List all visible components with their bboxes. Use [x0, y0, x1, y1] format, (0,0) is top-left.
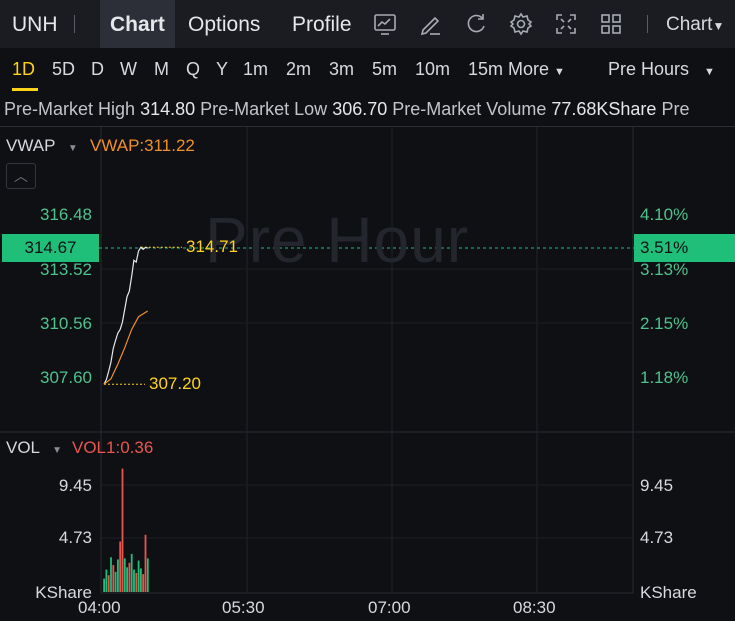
y-axis-right-label: 4.10% [640, 205, 689, 224]
volume-bar [133, 569, 135, 592]
volume-bar [144, 534, 147, 592]
caret-down-icon: ▼ [554, 66, 565, 78]
x-axis-label: 05:30 [222, 598, 265, 617]
premarket-volume-value: 77.68KShare [551, 99, 657, 119]
ticker-symbol: UNH [12, 13, 58, 36]
indicator-value: VWAP:311.22 [90, 136, 195, 155]
tab-chart[interactable]: Chart [100, 0, 175, 48]
y-axis-left-label: 316.48 [40, 205, 92, 224]
volume-bar [142, 574, 145, 592]
volume-bar [128, 562, 131, 592]
volume-bar [114, 571, 117, 592]
period-d[interactable]: D [91, 59, 104, 80]
period-1d[interactable]: 1D [12, 59, 35, 80]
period-3m[interactable]: 3m [329, 59, 354, 80]
volume-axis-left-label: 9.45 [58, 476, 92, 495]
volume-bar [135, 572, 138, 592]
volume-bar [123, 558, 126, 592]
y-axis-left-label: 310.56 [40, 314, 92, 333]
tab-profile[interactable]: Profile [292, 0, 352, 48]
period-y[interactable]: Y [216, 59, 228, 80]
x-axis-label: 07:00 [368, 598, 411, 617]
volume-axis-right-label: KShare [640, 583, 697, 602]
premarket-low-label: Pre-Market Low [200, 99, 328, 119]
active-period-indicator [12, 88, 38, 91]
chart-template-icon[interactable] [372, 11, 398, 37]
period-1m[interactable]: 1m [243, 59, 268, 80]
indicator-name: VOL [6, 438, 40, 457]
top-toolbar: UNH Chart Options Profile Chart▼ [0, 0, 735, 48]
premarket-high-value: 314.80 [140, 99, 196, 119]
volume-bar [119, 541, 122, 592]
period-5m[interactable]: 5m [372, 59, 397, 80]
volume-bar [130, 553, 133, 592]
volume-axis-right-label: 9.45 [640, 476, 674, 495]
chart-type-dropdown[interactable]: Chart▼ [666, 14, 724, 36]
more-label: More [508, 59, 550, 79]
volume-axis-right-label: 4.73 [640, 528, 674, 547]
premarket-info-strip: Pre-Market High 314.80 Pre-Market Low 30… [4, 99, 735, 120]
y-axis-left-label: 307.60 [40, 368, 92, 387]
volume-bar [103, 578, 105, 592]
volume-bar [140, 568, 142, 592]
session-dropdown[interactable]: Pre Hours ▼ [608, 59, 715, 80]
caret-down-icon: ▼ [67, 143, 78, 154]
volume-bar [137, 560, 140, 592]
y-axis-right-label: 1.18% [640, 368, 689, 387]
volume-bar [112, 565, 115, 592]
caret-down-icon: ▼ [712, 19, 725, 33]
period-m[interactable]: M [154, 59, 169, 80]
volume-bar [146, 558, 149, 592]
collapse-button[interactable]: ︿ [6, 163, 36, 189]
volume-bar [107, 575, 110, 592]
draw-icon[interactable] [418, 11, 444, 37]
volume-bar [121, 468, 124, 592]
period-10m[interactable]: 10m [415, 59, 450, 80]
caret-down-icon: ▼ [52, 445, 63, 456]
volume-bar [117, 559, 119, 592]
refresh-icon[interactable] [463, 11, 489, 37]
volume-indicator-value: VOL1:0.36 [72, 438, 154, 457]
toolbar-divider [74, 15, 75, 33]
premarket-high-label: Pre-Market High [4, 99, 136, 119]
toolbar-divider [647, 15, 648, 33]
period-q[interactable]: Q [186, 59, 200, 80]
premarket-volume-label: Pre-Market Volume [392, 99, 547, 119]
period-bar: 1D 5D D W M Q Y 1m 2m 3m 5m 10m 15m More… [0, 48, 735, 92]
premarket-low-value: 306.70 [332, 99, 388, 119]
indicator-selector-vwap[interactable]: VWAP ▼ [6, 136, 78, 156]
indicator-selector-vol[interactable]: VOL ▼ [6, 438, 62, 458]
caret-down-icon: ▼ [704, 66, 715, 78]
volume-axis-left-label: 4.73 [58, 528, 92, 547]
period-w[interactable]: W [120, 59, 137, 80]
session-label: Pre Hours [608, 59, 690, 79]
price-chart[interactable] [0, 127, 735, 621]
tab-options[interactable]: Options [188, 0, 260, 48]
current-percent-tag: 3.51% [634, 234, 735, 262]
y-axis-left-label: 313.52 [40, 260, 92, 279]
vwap-line [103, 310, 149, 385]
period-5d[interactable]: 5D [52, 59, 75, 80]
indicator-name: VWAP [6, 136, 56, 155]
more-periods-dropdown[interactable]: More ▼ [508, 59, 565, 80]
chart-watermark: Pre Hour [205, 204, 470, 276]
x-axis-label: 08:30 [513, 598, 556, 617]
chart-type-label: Chart [666, 14, 713, 35]
high-marker-label: 314.71 [186, 237, 238, 256]
period-15m[interactable]: 15m [468, 59, 508, 80]
fullscreen-icon[interactable] [553, 11, 579, 37]
volume-bar [110, 557, 112, 592]
chevron-up-icon: ︿ [14, 168, 28, 184]
y-axis-right-label: 3.13% [640, 260, 689, 279]
volume-bar [126, 567, 128, 592]
info-next-label: Pre [661, 99, 690, 119]
low-marker-label: 307.20 [149, 374, 201, 393]
layout-grid-icon[interactable] [598, 11, 624, 37]
volume-bar [105, 569, 108, 592]
y-axis-right-label: 2.15% [640, 314, 689, 333]
period-2m[interactable]: 2m [286, 59, 311, 80]
current-price-tag: 314.67 [2, 234, 99, 262]
settings-icon[interactable] [508, 11, 534, 37]
x-axis-label: 04:00 [78, 598, 121, 617]
